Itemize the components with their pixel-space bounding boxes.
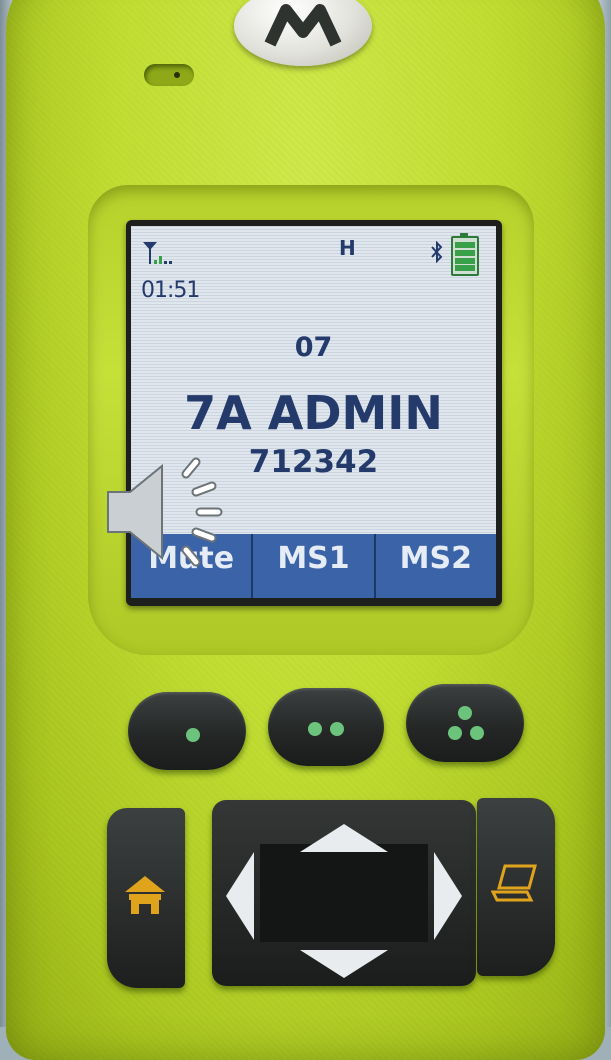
clock-time: 01:51 <box>141 278 200 303</box>
softkey-ms1[interactable]: MS1 <box>253 534 376 598</box>
up-arrow-icon[interactable] <box>300 824 388 852</box>
dot-icon <box>186 728 200 742</box>
navigation-pad[interactable] <box>212 800 476 986</box>
laptop-icon <box>491 864 537 902</box>
zone-number: 07 <box>294 332 333 363</box>
microphone-slot <box>144 64 194 86</box>
home-icon <box>125 876 165 914</box>
down-arrow-icon[interactable] <box>300 950 388 978</box>
mode-indicator: H <box>339 236 356 260</box>
dot-icon <box>448 726 462 740</box>
dot-icon <box>458 706 472 720</box>
three-dot-key[interactable] <box>406 684 524 762</box>
right-arrow-icon[interactable] <box>434 852 462 940</box>
left-arrow-icon[interactable] <box>226 852 254 940</box>
dot-icon <box>330 722 344 736</box>
speaker-audio-icon[interactable] <box>104 452 234 572</box>
one-dot-key[interactable] <box>128 692 246 770</box>
softkey-ms2[interactable]: MS2 <box>376 534 496 598</box>
signal-strength-icon <box>143 242 172 264</box>
channel-name: 7A ADMIN <box>184 386 443 440</box>
battery-full-icon <box>451 233 479 276</box>
nav-center-key[interactable] <box>260 844 428 942</box>
home-key[interactable] <box>107 808 185 988</box>
dot-icon <box>470 726 484 740</box>
app-key[interactable] <box>477 798 555 976</box>
bluetooth-icon <box>431 240 443 264</box>
dot-icon <box>308 722 322 736</box>
two-dot-key[interactable] <box>268 688 384 766</box>
motorola-logo-icon <box>234 0 372 66</box>
